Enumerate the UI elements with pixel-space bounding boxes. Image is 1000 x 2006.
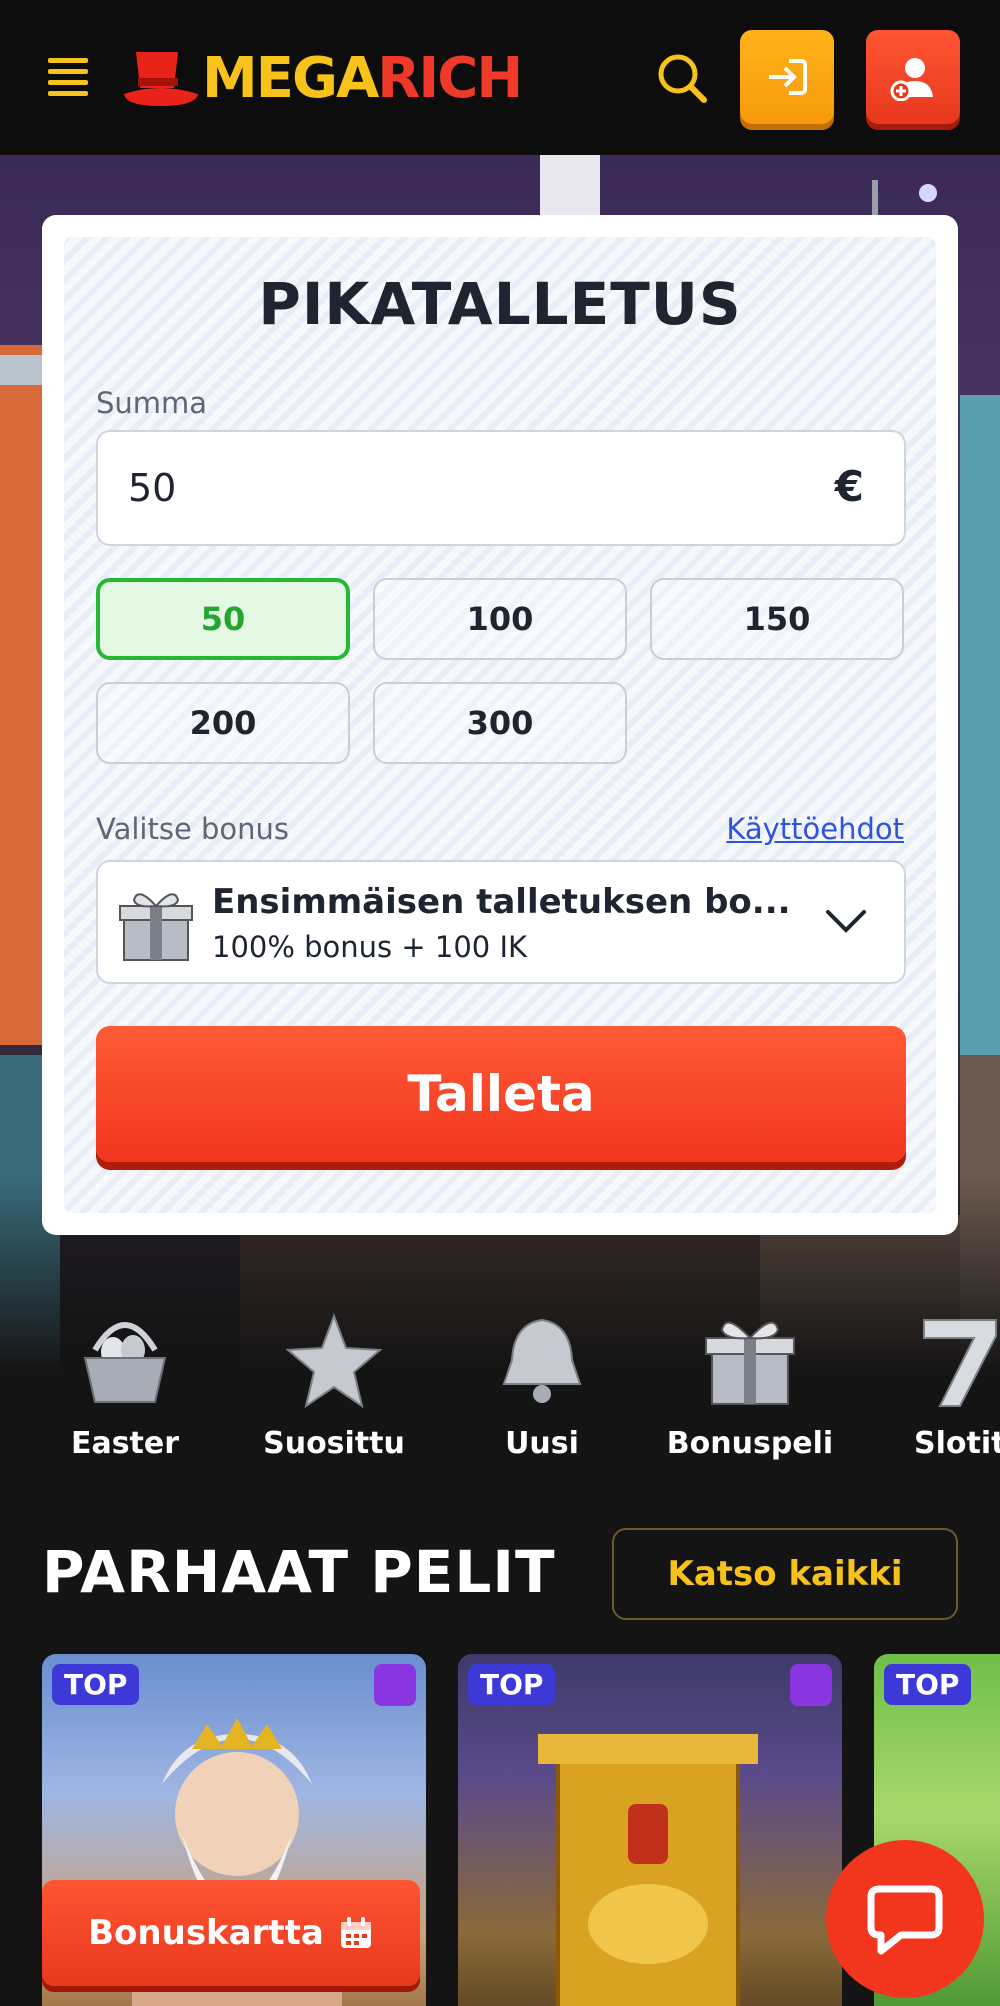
top-header: MEGARICH — [0, 0, 1000, 155]
star-icon — [285, 1313, 383, 1409]
bonus-select[interactable]: Ensimmäisen talletuksen bo... 100% bonus… — [96, 860, 906, 984]
bell-icon — [502, 1318, 582, 1403]
search-icon[interactable] — [656, 52, 708, 104]
page: MEGARICH PIKATALLETUS Summa 50 € 50 100 … — [0, 0, 1000, 2006]
category-easter[interactable]: Easter — [35, 1310, 215, 1470]
category-label: Bonuspeli — [666, 1426, 834, 1461]
amount-chip-300[interactable]: 300 — [373, 682, 627, 764]
top-badge: TOP — [468, 1664, 556, 1705]
bonus-map-button[interactable]: Bonuskartta — [42, 1880, 420, 1986]
deposit-button[interactable]: Talleta — [96, 1026, 906, 1162]
award-icon — [374, 1664, 416, 1706]
bonus-map-label: Bonuskartta — [88, 1913, 324, 1953]
category-slots[interactable]: Slotit — [870, 1310, 1000, 1470]
gift-box-icon — [119, 893, 193, 961]
quick-deposit-title: PIKATALLETUS — [258, 270, 742, 338]
login-button[interactable] — [740, 30, 834, 124]
calendar-icon — [340, 1917, 371, 1948]
amount-chip-100[interactable]: 100 — [373, 578, 627, 660]
amount-chip-150[interactable]: 150 — [650, 578, 904, 660]
category-label: Easter — [70, 1426, 180, 1461]
category-label: Slotit — [914, 1426, 1000, 1461]
amount-value: 50 — [128, 466, 177, 510]
category-popular[interactable]: Suosittu — [244, 1310, 424, 1470]
top-games-title: PARHAAT PELIT — [42, 1538, 556, 1606]
currency-symbol: € — [834, 462, 864, 511]
top-badge: TOP — [884, 1664, 972, 1705]
megarich-logo[interactable]: MEGARICH — [122, 42, 523, 112]
top-hat-icon — [124, 52, 198, 106]
category-label: Suosittu — [263, 1426, 405, 1461]
bonus-title: Ensimmäisen talletuksen bo... — [212, 882, 791, 922]
award-icon — [790, 1664, 832, 1706]
terms-link[interactable]: Käyttöehdot — [726, 812, 904, 846]
register-button[interactable] — [866, 30, 960, 124]
amount-label: Summa — [96, 386, 208, 420]
category-row: Easter Suosittu Uusi Bonuspeli Slotit — [0, 1310, 1000, 1470]
chat-button[interactable] — [826, 1840, 984, 1998]
game-artwork — [538, 1734, 758, 2006]
easter-basket-icon — [83, 1322, 167, 1403]
bonus-label: Valitse bonus — [96, 812, 290, 846]
bonus-subtitle: 100% bonus + 100 IK — [212, 930, 528, 964]
see-all-button[interactable]: Katso kaikki — [612, 1528, 958, 1620]
logo-mega-text: MEGA — [202, 46, 379, 111]
category-label: Uusi — [505, 1426, 579, 1461]
game-card-legacy-of-dead[interactable]: TOP — [458, 1654, 842, 2006]
category-new[interactable]: Uusi — [452, 1310, 632, 1470]
amount-input[interactable]: 50 € — [96, 430, 906, 546]
gift-icon — [705, 1321, 795, 1405]
add-user-icon — [890, 58, 933, 101]
chevron-down-icon — [826, 910, 866, 933]
amount-chip-50[interactable]: 50 — [96, 578, 350, 660]
hamburger-icon[interactable] — [48, 58, 88, 98]
chat-bubble-icon — [867, 1885, 943, 1955]
login-icon — [769, 59, 807, 95]
logo-rich-text: RICH — [377, 46, 523, 111]
amount-chip-200[interactable]: 200 — [96, 682, 350, 764]
top-badge: TOP — [52, 1664, 140, 1705]
category-bonus-game[interactable]: Bonuspeli — [660, 1310, 840, 1470]
seven-icon — [923, 1319, 997, 1407]
